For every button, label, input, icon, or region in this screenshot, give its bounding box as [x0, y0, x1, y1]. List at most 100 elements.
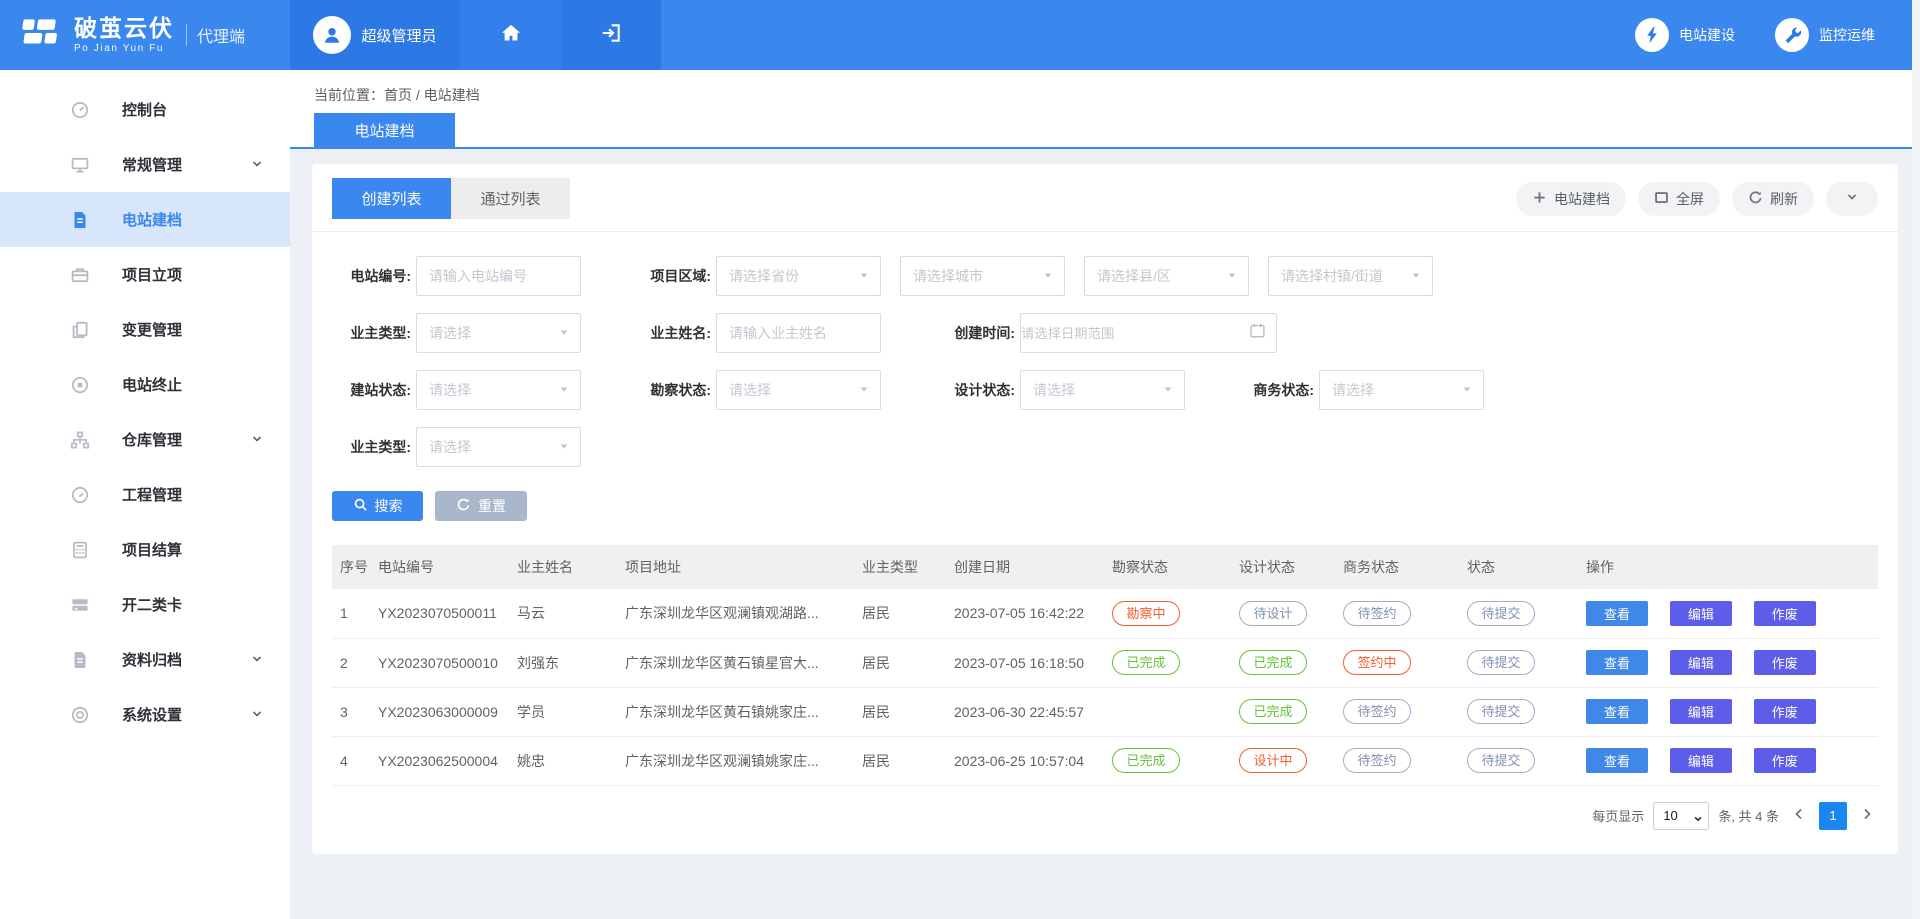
void-button[interactable]: 作废	[1754, 601, 1816, 626]
caret-down-icon	[1162, 382, 1174, 398]
field-label: 业主类型:	[332, 437, 416, 457]
view-button[interactable]: 查看	[1586, 748, 1648, 773]
column-header: 业主类型	[854, 545, 946, 589]
card-icon	[70, 595, 90, 615]
user-name: 超级管理员	[361, 25, 436, 46]
survey-status-select[interactable]: 请选择	[716, 370, 881, 410]
select-placeholder: 请选择	[1033, 380, 1075, 400]
sidebar-item-station-archive[interactable]: 电站建档	[0, 192, 290, 247]
sidebar-item-warehouse-management[interactable]: 仓库管理	[0, 412, 290, 467]
city-select[interactable]: 请选择城市	[900, 256, 1065, 296]
owner-name-input[interactable]	[716, 313, 881, 353]
sidebar-item-change-management[interactable]: 变更管理	[0, 302, 290, 357]
owner-type: 居民	[854, 736, 946, 785]
view-button[interactable]: 查看	[1586, 601, 1648, 626]
sidebar-item-console[interactable]: 控制台	[0, 82, 290, 137]
fullscreen-icon	[1654, 190, 1669, 208]
edit-button[interactable]: 编辑	[1670, 699, 1732, 724]
void-button[interactable]: 作废	[1754, 748, 1816, 773]
select-placeholder: 请选择	[729, 380, 771, 400]
caret-down-icon	[858, 268, 870, 284]
wrench-icon	[1775, 18, 1809, 52]
build-status-select[interactable]: 请选择	[416, 370, 581, 410]
sidebar-item-data-archive[interactable]: 资料归档	[0, 632, 290, 687]
edit-button[interactable]: 编辑	[1670, 748, 1732, 773]
owner-type-select[interactable]: 请选择	[416, 313, 581, 353]
sidebar-item-label: 变更管理	[122, 319, 182, 340]
edit-button[interactable]: 编辑	[1670, 601, 1732, 626]
select-placeholder: 请选择省份	[729, 266, 799, 286]
created-date: 2023-07-05 16:18:50	[946, 638, 1104, 687]
tab-create-list[interactable]: 创建列表	[332, 178, 451, 219]
void-button[interactable]: 作废	[1754, 650, 1816, 675]
sidebar-item-open-type2-card[interactable]: 开二类卡	[0, 577, 290, 632]
date-range-picker[interactable]	[1020, 313, 1277, 353]
total-count-label: 条, 共 4 条	[1718, 806, 1779, 825]
project-address: 广东深圳龙华区黄石镇星官大...	[617, 638, 854, 687]
nav-station-construction[interactable]: 电站建设	[1635, 18, 1735, 52]
nav-label: 电站建设	[1679, 25, 1735, 45]
view-button[interactable]: 查看	[1586, 650, 1648, 675]
station-code-input[interactable]	[416, 256, 581, 296]
view-button[interactable]: 查看	[1586, 699, 1648, 724]
design-status-badge: 待设计	[1239, 601, 1307, 626]
field-label: 电站编号:	[332, 266, 416, 286]
village-select[interactable]: 请选择村镇/街道	[1268, 256, 1433, 296]
row-index: 1	[332, 589, 370, 638]
design-status-badge: 已完成	[1239, 699, 1307, 724]
current-user-button[interactable]: 超级管理员	[290, 0, 460, 70]
chevron-down-icon	[1845, 190, 1859, 207]
design-status-select[interactable]: 请选择	[1020, 370, 1185, 410]
lightning-icon	[1635, 18, 1669, 52]
add-station-button[interactable]: 电站建档	[1516, 182, 1626, 216]
survey-status-badge: 已完成	[1112, 748, 1180, 773]
collapse-toolbar-button[interactable]	[1826, 182, 1878, 216]
page-tab-station-archive[interactable]: 电站建档	[314, 113, 455, 147]
filter-form: 电站编号: 项目区域: 请选择省份 请选择城市	[312, 232, 1898, 467]
fullscreen-button[interactable]: 全屏	[1638, 182, 1720, 216]
reset-button[interactable]: 重置	[435, 491, 527, 521]
pagination: 每页显示 10 条, 共 4 条 1	[312, 786, 1898, 830]
tab-passed-list[interactable]: 通过列表	[451, 178, 570, 219]
sidebar-item-label: 开二类卡	[122, 594, 182, 615]
column-header: 状态	[1459, 545, 1578, 589]
sidebar-item-station-termination[interactable]: 电站终止	[0, 357, 290, 412]
sidebar-item-project-approval[interactable]: 项目立项	[0, 247, 290, 302]
speedometer-icon	[70, 485, 90, 505]
edit-button[interactable]: 编辑	[1670, 650, 1732, 675]
next-page-button[interactable]	[1856, 802, 1878, 830]
prev-page-button[interactable]	[1788, 802, 1810, 830]
table-header-row: 序号 电站编号 业主姓名 项目地址 业主类型 创建日期 勘察状态 设计状态 商务…	[332, 545, 1878, 589]
date-range-input[interactable]	[1021, 326, 1221, 341]
brand-logo: 破茧云伏 Po Jian Yun Fu 代理端	[0, 0, 290, 70]
business-status-select[interactable]: 请选择	[1319, 370, 1484, 410]
caret-down-icon	[558, 325, 570, 341]
owner-type2-select[interactable]: 请选择	[416, 427, 581, 467]
page-number-button[interactable]: 1	[1819, 802, 1847, 830]
sitemap-icon	[70, 430, 90, 450]
refresh-button[interactable]: 刷新	[1732, 182, 1814, 216]
page-size-select[interactable]: 10	[1654, 803, 1708, 829]
button-label: 电站建档	[1554, 189, 1610, 209]
business-status-badge: 待签约	[1343, 699, 1411, 724]
chevron-down-icon	[250, 432, 264, 451]
logout-button[interactable]	[561, 0, 661, 70]
table-row: 3 YX2023063000009 学员 广东深圳龙华区黄石镇姚家庄... 居民…	[332, 687, 1878, 736]
content-area: 创建列表 通过列表 电站建档 全屏	[290, 149, 1920, 919]
search-button[interactable]: 搜索	[332, 491, 423, 521]
nav-monitoring-ops[interactable]: 监控运维	[1775, 18, 1875, 52]
county-select[interactable]: 请选择县/区	[1084, 256, 1249, 296]
sidebar-item-engineering-management[interactable]: 工程管理	[0, 467, 290, 522]
scrollbar-track[interactable]	[1912, 0, 1920, 919]
sidebar-item-general-management[interactable]: 常规管理	[0, 137, 290, 192]
sidebar-item-system-settings[interactable]: 系统设置	[0, 687, 290, 742]
sidebar-item-project-settlement[interactable]: 项目结算	[0, 522, 290, 577]
caret-down-icon	[1410, 268, 1422, 284]
void-button[interactable]: 作废	[1754, 699, 1816, 724]
province-select[interactable]: 请选择省份	[716, 256, 881, 296]
home-button[interactable]	[460, 0, 561, 70]
home-icon	[500, 22, 522, 49]
field-label: 项目区域:	[632, 266, 716, 286]
station-code: YX2023070500011	[370, 589, 509, 638]
top-header: 破茧云伏 Po Jian Yun Fu 代理端 超级管理员	[0, 0, 1920, 70]
